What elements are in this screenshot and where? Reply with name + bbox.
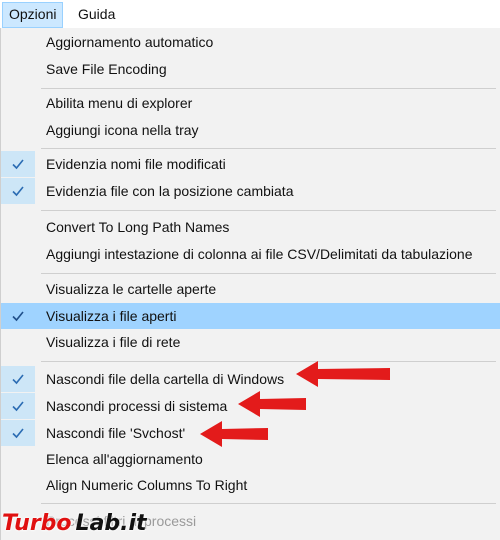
menu-item-label: Save File Encoding — [46, 61, 167, 77]
menu-item-align-numeric-columns[interactable]: Align Numeric Columns To Right — [1, 472, 500, 498]
red-arrow-icon — [238, 391, 306, 417]
menu-separator — [41, 210, 496, 211]
menu-item-convert-long-path-names[interactable]: Convert To Long Path Names — [1, 214, 500, 240]
checkmark-icon — [1, 420, 35, 446]
red-arrow-icon — [200, 421, 268, 447]
menu-item-label: Evidenzia file con la posizione cambiata — [46, 183, 294, 199]
menu-item-evidenzia-nomi-file[interactable]: Evidenzia nomi file modificati — [1, 151, 500, 177]
checkmark-icon — [1, 151, 35, 177]
menu-separator — [41, 273, 496, 274]
menu-item-aggiornamento-automatico[interactable]: Aggiornamento automatico — [1, 29, 500, 55]
menu-item-label: Aggiungi icona nella tray — [46, 122, 199, 138]
menu-separator — [41, 148, 496, 149]
checkmark-icon — [1, 393, 35, 419]
menu-item-label: Aggiornamento automatico — [46, 34, 214, 50]
options-dropdown-menu: Aggiornamento automatico Save File Encod… — [0, 28, 500, 540]
menu-item-abilita-menu-explorer[interactable]: Abilita menu di explorer — [1, 90, 500, 116]
menu-item-label: Evidenzia nomi file modificati — [46, 156, 226, 172]
menu-item-label: Visualizza i file aperti — [46, 308, 177, 324]
checkmark-icon — [1, 178, 35, 204]
checkmark-icon — [1, 366, 35, 392]
turbolab-watermark-logo: Turbo Lab.it — [2, 506, 147, 540]
menubar-opzioni[interactable]: Opzioni — [2, 2, 64, 28]
menu-item-label: Visualizza le cartelle aperte — [46, 281, 217, 297]
menu-separator — [41, 88, 496, 89]
menu-bar: Opzioni Guida — [0, 0, 500, 29]
menu-item-label: Visualizza i file di rete — [46, 334, 181, 350]
checkmark-icon — [1, 303, 35, 329]
menu-item-visualizza-cartelle-aperte[interactable]: Visualizza le cartelle aperte — [1, 276, 500, 302]
watermark-lab: Lab.it — [75, 510, 147, 536]
menu-item-label: Elenca all'aggiornamento — [46, 451, 203, 467]
menu-item-aggiungi-icona-tray[interactable]: Aggiungi icona nella tray — [1, 117, 500, 143]
menu-item-elenca-aggiornamento[interactable]: Elenca all'aggiornamento — [1, 446, 500, 472]
menu-separator — [41, 361, 496, 362]
menu-item-label: Aggiungi intestazione di colonna ai file… — [46, 246, 473, 262]
menu-item-label: Nascondi processi di sistema — [46, 398, 228, 414]
red-arrow-icon — [296, 361, 390, 387]
menu-item-label: Align Numeric Columns To Right — [46, 477, 248, 493]
menu-item-label: Nascondi file della cartella di Windows — [46, 371, 285, 387]
menu-item-save-file-encoding[interactable]: Save File Encoding — [1, 56, 500, 82]
menubar-guida[interactable]: Guida — [72, 2, 121, 26]
menu-item-aggiungi-intestazione-colonna[interactable]: Aggiungi intestazione di colonna ai file… — [1, 241, 500, 267]
watermark-turbo: Turbo — [2, 510, 72, 536]
menu-separator — [41, 503, 496, 504]
menu-item-evidenzia-posizione-cambiata[interactable]: Evidenzia file con la posizione cambiata — [1, 178, 500, 204]
menu-item-label: Abilita menu di explorer — [46, 95, 193, 111]
menu-item-nascondi-cartella-windows[interactable]: Nascondi file della cartella di Windows — [1, 366, 500, 392]
menu-item-label: Nascondi file 'Svchost' — [46, 425, 186, 441]
menu-item-visualizza-file-aperti[interactable]: Visualizza i file aperti — [1, 303, 500, 329]
menu-item-label: Convert To Long Path Names — [46, 219, 230, 235]
menu-item-visualizza-file-rete[interactable]: Visualizza i file di rete — [1, 329, 500, 355]
